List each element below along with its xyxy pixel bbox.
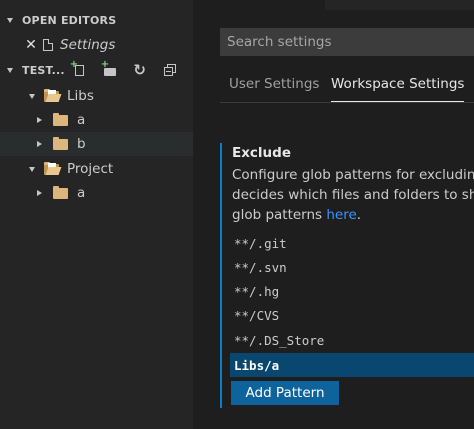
- folder-icon: [53, 136, 68, 150]
- chevron-right-icon: [37, 117, 42, 123]
- refresh-icon[interactable]: ↻: [132, 62, 148, 78]
- folder-icon: [53, 185, 68, 199]
- description-text: .: [356, 207, 362, 223]
- setting-exclude: Exclude Configure glob patterns for excl…: [220, 143, 474, 408]
- open-editors-header[interactable]: OPEN EDITORS: [0, 9, 193, 31]
- active-editor-tab[interactable]: [193, 0, 325, 10]
- close-icon[interactable]: ✕: [25, 37, 37, 53]
- tab-user-settings[interactable]: User Settings: [229, 76, 319, 102]
- folder-icon: [53, 112, 68, 126]
- tree-item-label: Project: [67, 161, 114, 177]
- glob-patterns-link[interactable]: here: [326, 207, 356, 223]
- tree-item-label: a: [77, 185, 86, 201]
- collapse-all-icon[interactable]: [162, 62, 178, 78]
- chevron-down-icon: [7, 67, 13, 73]
- chevron-down-icon: [29, 166, 35, 172]
- workspace-title: TEST...: [22, 63, 65, 77]
- description-text: glob patterns: [232, 207, 327, 223]
- tree-item-libs[interactable]: Libs: [0, 84, 193, 108]
- setting-title: Exclude: [232, 145, 291, 161]
- editor-tab-bar: [193, 0, 474, 10]
- open-editor-label: Settings: [60, 37, 116, 53]
- new-file-icon[interactable]: +: [70, 60, 88, 78]
- pattern-item[interactable]: **/.git: [230, 231, 474, 255]
- explorer-sidebar: OPEN EDITORS ✕ Settings TEST... + + ↻ Li…: [0, 0, 193, 429]
- chevron-right-icon: [37, 190, 42, 196]
- tree-item-libs-a[interactable]: a: [0, 108, 193, 132]
- pattern-item[interactable]: **/CVS: [230, 303, 474, 327]
- new-folder-icon[interactable]: +: [101, 60, 118, 78]
- search-input[interactable]: Search settings: [220, 28, 474, 56]
- pattern-item[interactable]: **/.svn: [230, 255, 474, 279]
- description-line: Configure glob patterns for excluding: [232, 167, 474, 183]
- tab-workspace-settings[interactable]: Workspace Settings: [331, 76, 465, 102]
- open-editors-title: OPEN EDITORS: [22, 13, 117, 27]
- tree-item-libs-b[interactable]: b: [0, 132, 193, 156]
- add-pattern-button[interactable]: Add Pattern: [231, 381, 339, 405]
- folder-open-icon: [44, 161, 59, 175]
- workspace-header[interactable]: TEST... + + ↻: [0, 59, 193, 81]
- file-icon: [43, 39, 53, 51]
- chevron-down-icon: [29, 93, 35, 99]
- pattern-item[interactable]: **/.hg: [230, 279, 474, 303]
- tabs-divider: [220, 102, 474, 103]
- folder-open-icon: [44, 88, 59, 102]
- pattern-item-selected[interactable]: Libs/a: [230, 353, 474, 377]
- setting-description: Configure glob patterns for excluding de…: [232, 165, 474, 225]
- chevron-right-icon: [37, 141, 42, 147]
- tree-item-project-a[interactable]: a: [0, 181, 193, 205]
- tree-item-label: Libs: [67, 88, 94, 104]
- tree-item-label: a: [77, 112, 86, 128]
- description-line: glob patterns here.: [232, 205, 474, 225]
- chevron-down-icon: [7, 17, 13, 23]
- description-line: decides which files and folders to show: [232, 187, 474, 203]
- tree-item-project[interactable]: Project: [0, 157, 193, 181]
- vscode-window: OPEN EDITORS ✕ Settings TEST... + + ↻ Li…: [0, 0, 474, 429]
- tree-item-label: b: [77, 136, 86, 152]
- settings-editor: Search settings User Settings Workspace …: [193, 0, 474, 429]
- pattern-item[interactable]: **/.DS_Store: [230, 328, 474, 352]
- open-editor-item-settings[interactable]: ✕ Settings: [0, 33, 193, 57]
